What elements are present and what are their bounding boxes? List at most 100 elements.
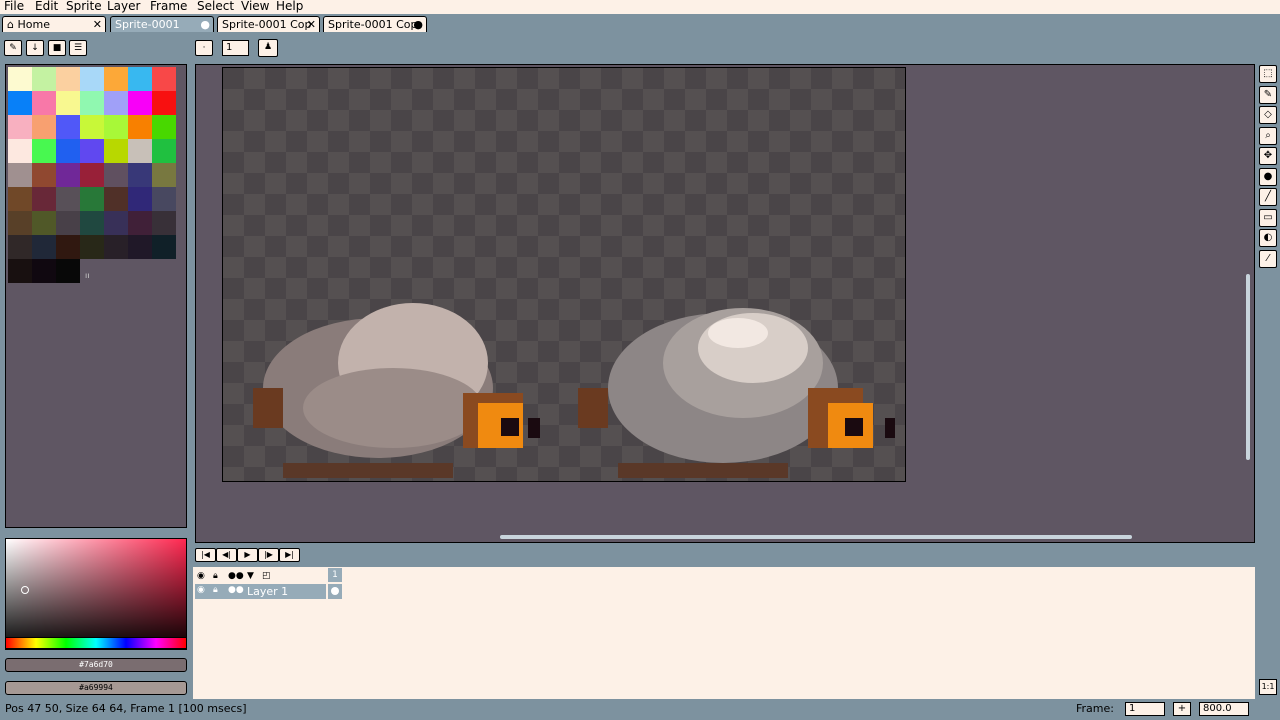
palette-swatch[interactable] xyxy=(8,139,32,163)
menu-select[interactable]: Select xyxy=(197,0,234,14)
palette-swatch[interactable] xyxy=(32,259,56,283)
palette-save-button[interactable]: ■ xyxy=(48,40,66,56)
palette-swatch[interactable] xyxy=(8,163,32,187)
palette-swatch[interactable] xyxy=(32,91,56,115)
palette-swatch[interactable] xyxy=(80,235,104,259)
eye-icon[interactable]: ◉ xyxy=(197,585,205,595)
tab-sprite-0001[interactable]: Sprite-0001 ● xyxy=(110,16,214,32)
palette-resize-handle[interactable]: ıı xyxy=(85,271,89,280)
zoom-tool-button[interactable]: ⌕ xyxy=(1259,126,1277,145)
palette-swatch[interactable] xyxy=(104,187,128,211)
menu-file[interactable]: File xyxy=(4,0,24,14)
palette-swatch[interactable] xyxy=(152,91,176,115)
close-icon[interactable]: ✕ xyxy=(307,17,316,32)
palette-swatch[interactable] xyxy=(152,187,176,211)
eraser-tool-button[interactable]: ◇ xyxy=(1259,106,1277,124)
tab-home[interactable]: ⌂ Home ✕ xyxy=(2,16,106,32)
line-tool-button[interactable]: ╱ xyxy=(1259,188,1277,206)
palette-swatch[interactable] xyxy=(80,163,104,187)
eye-icon[interactable]: ◉ xyxy=(197,569,205,583)
ink-button[interactable]: ♟ xyxy=(258,39,278,57)
next-frame-button[interactable]: |▶ xyxy=(258,548,279,562)
palette-swatch[interactable] xyxy=(8,259,32,283)
palette-swatch[interactable] xyxy=(104,139,128,163)
menu-help[interactable]: Help xyxy=(276,0,303,14)
eyedropper-tool-button[interactable]: ⁄ xyxy=(1259,249,1277,268)
palette-swatch[interactable] xyxy=(152,211,176,235)
horizontal-scrollbar[interactable] xyxy=(500,535,1132,539)
palette-swatch[interactable] xyxy=(32,139,56,163)
palette-swatch[interactable] xyxy=(56,67,80,91)
new-frame-button[interactable]: + xyxy=(1173,702,1191,716)
lock-icon[interactable]: 🔒︎ xyxy=(213,569,218,583)
palette-swatch[interactable] xyxy=(32,115,56,139)
frame-input[interactable]: 1 xyxy=(1125,702,1165,716)
blur-tool-button[interactable]: ◐ xyxy=(1259,229,1277,247)
palette-swatch[interactable] xyxy=(32,187,56,211)
picker-cursor[interactable] xyxy=(21,586,29,594)
palette-swatch[interactable] xyxy=(8,67,32,91)
palette-swatch[interactable] xyxy=(104,67,128,91)
frame-header[interactable]: 1 xyxy=(328,568,342,582)
tab-sprite-copy-1[interactable]: Sprite-0001 Cop ✕ xyxy=(217,16,320,32)
layer-name[interactable]: Layer 1 xyxy=(247,584,288,599)
marquee-tool-button[interactable]: ⬚ xyxy=(1259,65,1277,83)
palette-swatch[interactable] xyxy=(56,163,80,187)
palette-swatch[interactable] xyxy=(8,235,32,259)
palette-swatch[interactable] xyxy=(8,211,32,235)
brush-type-button[interactable]: · xyxy=(195,40,213,56)
palette-swatch[interactable] xyxy=(8,187,32,211)
palette-swatch[interactable] xyxy=(80,115,104,139)
palette-swatch[interactable] xyxy=(128,67,152,91)
menu-frame[interactable]: Frame xyxy=(150,0,187,14)
layer-row[interactable]: ◉ 🔒︎ ●● Layer 1 xyxy=(195,584,326,599)
palette-down-button[interactable]: ↓ xyxy=(26,40,44,56)
menu-layer[interactable]: Layer xyxy=(107,0,140,14)
palette-swatch[interactable] xyxy=(128,187,152,211)
palette-swatch[interactable] xyxy=(152,67,176,91)
modified-dot-icon[interactable]: ● xyxy=(413,17,423,32)
menu-sprite[interactable]: Sprite xyxy=(66,0,102,14)
palette-swatch[interactable] xyxy=(56,139,80,163)
last-frame-button[interactable]: ▶| xyxy=(279,548,300,562)
menu-edit[interactable]: Edit xyxy=(35,0,58,14)
palette-swatch[interactable] xyxy=(32,67,56,91)
pin-icon[interactable]: ▼ xyxy=(247,569,254,583)
palette-swatch[interactable] xyxy=(80,91,104,115)
tab-sprite-copy-2[interactable]: Sprite-0001 Cop ● xyxy=(323,16,427,32)
palette-swatch[interactable] xyxy=(152,235,176,259)
palette-swatch[interactable] xyxy=(56,115,80,139)
bucket-tool-button[interactable]: ● xyxy=(1259,167,1277,186)
background-color[interactable]: #a69994 xyxy=(5,681,187,695)
palette-swatch[interactable] xyxy=(104,91,128,115)
actual-size-button[interactable]: 1:1 xyxy=(1259,679,1277,695)
palette-swatch[interactable] xyxy=(128,235,152,259)
menu-view[interactable]: View xyxy=(241,0,269,14)
lock-icon[interactable]: 🔒︎ xyxy=(213,585,218,595)
pencil-tool-button[interactable]: ✎ xyxy=(1259,85,1277,104)
cel[interactable] xyxy=(328,584,342,599)
palette-options-button[interactable]: ☰ xyxy=(69,40,87,56)
modified-dot-icon[interactable]: ● xyxy=(200,17,210,32)
palette-swatch[interactable] xyxy=(128,139,152,163)
continuous-icon[interactable]: ●● xyxy=(228,569,244,583)
close-icon[interactable]: ✕ xyxy=(93,17,102,32)
foreground-color[interactable]: #7a6d70 xyxy=(5,658,187,672)
palette-swatch[interactable] xyxy=(152,139,176,163)
palette-swatch[interactable] xyxy=(104,235,128,259)
edit-palette-button[interactable]: ✎ xyxy=(4,40,22,56)
palette-swatch[interactable] xyxy=(8,91,32,115)
palette-swatch[interactable] xyxy=(56,187,80,211)
move-tool-button[interactable]: ✥ xyxy=(1259,147,1277,165)
play-button[interactable]: ▶ xyxy=(237,548,258,562)
brush-size-input[interactable]: 1 xyxy=(222,40,249,56)
first-frame-button[interactable]: |◀ xyxy=(195,548,216,562)
palette-swatch[interactable] xyxy=(56,211,80,235)
vertical-scrollbar[interactable] xyxy=(1246,274,1250,460)
palette-swatch[interactable] xyxy=(104,211,128,235)
palette-swatch[interactable] xyxy=(56,91,80,115)
color-picker-sv[interactable] xyxy=(5,538,187,650)
palette-swatch[interactable] xyxy=(104,115,128,139)
palette-swatch[interactable] xyxy=(32,163,56,187)
palette-swatch[interactable] xyxy=(56,235,80,259)
